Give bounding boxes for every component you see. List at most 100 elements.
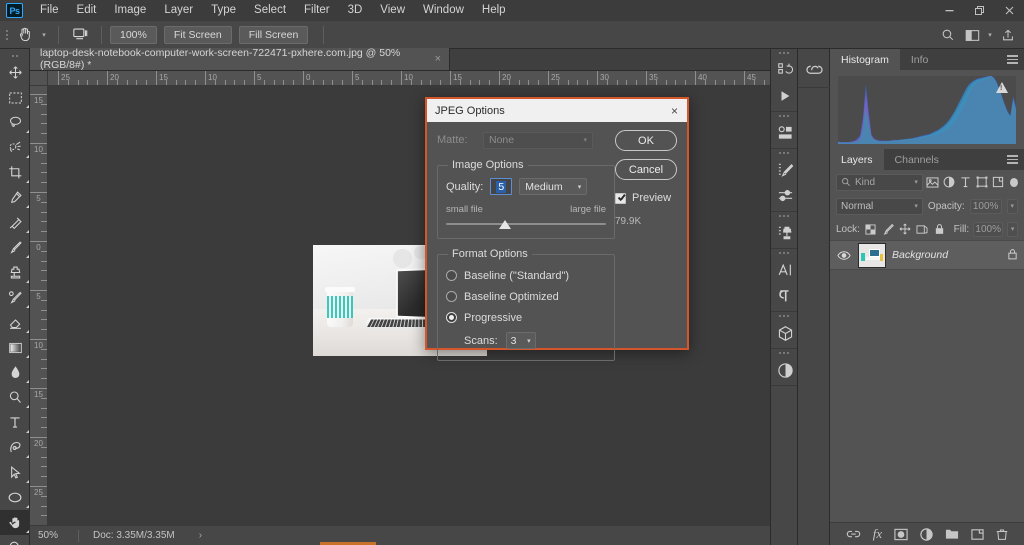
tool-preset-picker-icon[interactable]: ▾ <box>38 22 50 48</box>
eyedropper-tool[interactable] <box>0 185 30 210</box>
menu-3d[interactable]: 3D <box>339 0 372 21</box>
horizontal-type-tool[interactable] <box>0 410 30 435</box>
status-expand-arrow-icon[interactable]: › <box>199 530 202 541</box>
horizontal-ruler[interactable]: 25 20 15 10 5 0 5 10 15 20 25 30 35 40 45 <box>48 71 770 86</box>
clone-stamp-tool[interactable] <box>0 260 30 285</box>
gradient-tool[interactable] <box>0 335 30 360</box>
status-zoom-level[interactable]: 50% <box>30 530 78 541</box>
menu-window[interactable]: Window <box>414 0 473 21</box>
eye-icon[interactable] <box>836 250 852 261</box>
fill-value[interactable]: 100% <box>973 221 1004 237</box>
workspace-switcher-icon[interactable] <box>960 22 984 48</box>
quality-input[interactable]: 5 <box>490 178 513 195</box>
shape-filter-icon[interactable] <box>975 174 988 191</box>
minimize-button[interactable] <box>934 0 964 21</box>
blur-tool[interactable] <box>0 360 30 385</box>
add-mask-icon[interactable] <box>894 528 908 541</box>
rectangular-marquee-tool[interactable] <box>0 85 30 110</box>
brushes-icon[interactable] <box>771 157 799 183</box>
hand-tool[interactable] <box>0 510 30 535</box>
tab-histogram[interactable]: Histogram <box>830 49 900 70</box>
crop-tool[interactable] <box>0 160 30 185</box>
rail-grip[interactable] <box>771 212 797 220</box>
lock-all-icon[interactable] <box>932 221 945 237</box>
brush-settings-icon[interactable] <box>771 183 799 209</box>
table-row[interactable]: Background <box>830 240 1024 270</box>
scans-select[interactable]: 3 ▾ <box>505 332 536 349</box>
radio-icon[interactable] <box>446 291 457 302</box>
fit-screen-button[interactable]: Fit Screen <box>163 25 232 44</box>
pixel-filter-icon[interactable] <box>926 174 939 191</box>
pen-tool[interactable] <box>0 435 30 460</box>
menu-help[interactable]: Help <box>473 0 515 21</box>
lock-artboard-icon[interactable] <box>915 221 928 237</box>
new-group-icon[interactable] <box>945 528 959 540</box>
rail-grip[interactable] <box>771 312 797 320</box>
eraser-tool[interactable] <box>0 310 30 335</box>
zoom-tool[interactable] <box>0 535 30 545</box>
dodge-tool[interactable] <box>0 385 30 410</box>
restore-button[interactable] <box>964 0 994 21</box>
menu-layer[interactable]: Layer <box>155 0 202 21</box>
vertical-ruler[interactable]: 15 10 5 0 5 10 15 20 25 <box>30 86 48 525</box>
new-adjustment-layer-icon[interactable] <box>920 527 933 541</box>
menu-type[interactable]: Type <box>202 0 245 21</box>
paragraph-icon[interactable] <box>771 283 799 309</box>
quick-selection-tool[interactable] <box>0 135 30 160</box>
ellipse-tool[interactable] <box>0 485 30 510</box>
cancel-button[interactable]: Cancel <box>615 159 677 180</box>
radio-baseline-standard[interactable]: Baseline ("Standard") <box>446 265 606 286</box>
menu-image[interactable]: Image <box>105 0 155 21</box>
properties-icon[interactable] <box>771 357 799 383</box>
radio-progressive[interactable]: Progressive <box>446 307 606 328</box>
layer-name[interactable]: Background <box>892 249 948 261</box>
filter-toggle-icon[interactable] <box>1009 177 1018 187</box>
radio-baseline-optimized[interactable]: Baseline Optimized <box>446 286 606 307</box>
clone-source-icon[interactable] <box>771 220 799 246</box>
new-layer-icon[interactable] <box>971 528 984 541</box>
tools-panel-grip[interactable] <box>0 51 29 60</box>
rail-grip[interactable] <box>771 349 797 357</box>
lock-icon[interactable] <box>1007 248 1018 263</box>
tab-info[interactable]: Info <box>900 49 940 70</box>
close-button[interactable] <box>994 0 1024 21</box>
uncached-warning-icon[interactable] <box>996 82 1008 93</box>
history-icon[interactable] <box>771 57 799 83</box>
opacity-chevron-down-icon[interactable]: ▾ <box>1006 198 1018 214</box>
character-icon[interactable] <box>771 257 799 283</box>
quality-slider[interactable] <box>446 219 606 229</box>
brush-tool[interactable] <box>0 235 30 260</box>
menu-filter[interactable]: Filter <box>295 0 339 21</box>
blend-mode-select[interactable]: Normal ▾ <box>836 197 923 215</box>
lock-transparent-pixels-icon[interactable] <box>864 221 877 237</box>
zoom-100-button[interactable]: 100% <box>110 25 157 44</box>
move-tool[interactable] <box>0 60 30 85</box>
preview-checkbox[interactable] <box>615 192 626 204</box>
chevron-down-icon[interactable]: ▾ <box>578 183 582 191</box>
lasso-tool[interactable] <box>0 110 30 135</box>
link-layers-icon[interactable] <box>846 529 861 539</box>
lock-position-icon[interactable] <box>898 221 911 237</box>
ok-button[interactable]: OK <box>615 130 677 151</box>
3d-icon[interactable] <box>771 320 799 346</box>
screen-mode-icon[interactable] <box>67 22 93 48</box>
close-icon[interactable]: × <box>435 53 441 65</box>
spot-healing-brush-tool[interactable] <box>0 210 30 235</box>
delete-layer-icon[interactable] <box>996 528 1008 541</box>
opacity-value[interactable]: 100% <box>969 198 1002 214</box>
quality-preset-select[interactable]: Medium ▾ <box>519 178 588 195</box>
menu-select[interactable]: Select <box>245 0 295 21</box>
chevron-down-icon[interactable]: ▾ <box>914 202 918 210</box>
fill-chevron-down-icon[interactable]: ▾ <box>1007 221 1018 237</box>
close-icon[interactable]: × <box>668 104 681 118</box>
options-bar-grip[interactable] <box>2 21 12 49</box>
path-selection-tool[interactable] <box>0 460 30 485</box>
radio-icon[interactable] <box>446 270 457 281</box>
actions-play-icon[interactable] <box>771 83 799 109</box>
menu-file[interactable]: File <box>31 0 68 21</box>
lock-image-pixels-icon[interactable] <box>881 221 894 237</box>
tab-layers[interactable]: Layers <box>830 149 884 170</box>
menu-view[interactable]: View <box>371 0 414 21</box>
rail-grip[interactable] <box>771 49 797 57</box>
preview-row[interactable]: Preview <box>615 192 677 204</box>
